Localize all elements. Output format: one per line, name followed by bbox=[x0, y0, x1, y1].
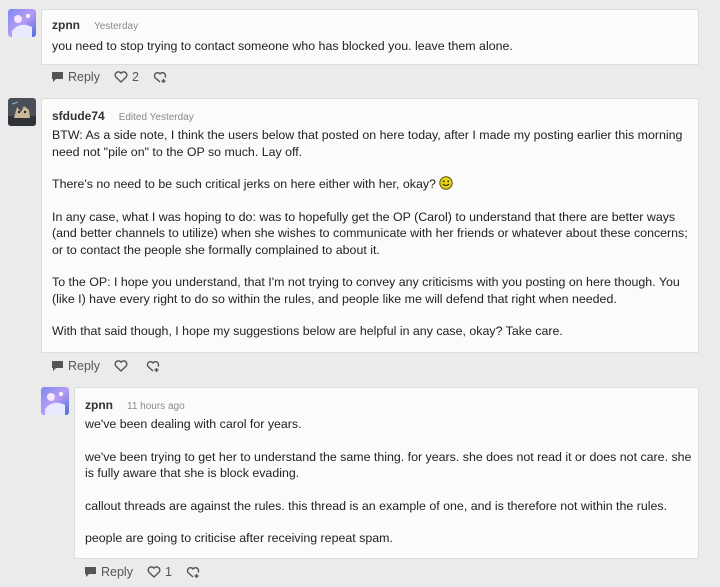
comment-paragraph: we've been dealing with carol for years. bbox=[85, 417, 302, 431]
reply-button[interactable]: Reply bbox=[51, 359, 100, 373]
comment-paragraph: In any case, what I was hoping to do: wa… bbox=[52, 209, 688, 257]
comment-body: BTW: As a side note, I think the users b… bbox=[52, 127, 694, 340]
speech-bubble-icon bbox=[52, 72, 63, 82]
kudo-button[interactable] bbox=[186, 566, 201, 579]
like-button[interactable]: 1 bbox=[147, 565, 172, 579]
like-button[interactable] bbox=[114, 360, 132, 372]
comment-body: we've been dealing with carol for years.… bbox=[85, 416, 693, 547]
comment-paragraph: callout threads are against the rules. t… bbox=[85, 498, 668, 513]
comment-actions: Reply bbox=[51, 359, 175, 373]
avatar[interactable] bbox=[41, 387, 69, 415]
comment-actions: Reply 2 bbox=[51, 70, 182, 84]
comment-text: you need to stop trying to contact someo… bbox=[52, 39, 513, 53]
author-name[interactable]: zpnn bbox=[85, 398, 113, 412]
reply-label: Reply bbox=[68, 70, 100, 84]
like-count: 2 bbox=[131, 70, 139, 84]
author-name[interactable]: zpnn bbox=[52, 18, 80, 32]
reply-label: Reply bbox=[101, 565, 133, 579]
reply-button[interactable]: Reply bbox=[51, 70, 100, 84]
comment-paragraph: people are going to criticise after rece… bbox=[85, 531, 393, 545]
smiley-emoji-icon bbox=[439, 176, 454, 190]
comment-body: you need to stop trying to contact someo… bbox=[52, 38, 692, 55]
avatar[interactable] bbox=[8, 98, 36, 126]
comment-paragraph: BTW: As a side note, I think the users b… bbox=[52, 128, 683, 159]
avatar[interactable] bbox=[8, 9, 36, 37]
comment-card: zpnn Yesterday you need to stop trying t… bbox=[41, 9, 699, 65]
speech-bubble-icon bbox=[85, 567, 96, 577]
comment-card: zpnn 11 hours ago we've been dealing wit… bbox=[74, 387, 699, 559]
heart-icon bbox=[114, 360, 128, 372]
kudo-button[interactable] bbox=[153, 71, 168, 84]
gift-heart-icon bbox=[186, 566, 200, 578]
speech-bubble-icon bbox=[52, 361, 63, 371]
timestamp[interactable]: Yesterday bbox=[94, 21, 138, 32]
timestamp[interactable]: Edited Yesterday bbox=[119, 112, 194, 123]
gift-heart-icon bbox=[153, 71, 167, 83]
comment-paragraph: we've been trying to get her to understa… bbox=[85, 449, 692, 481]
author-name[interactable]: sfdude74 bbox=[52, 109, 105, 123]
like-button[interactable]: 2 bbox=[114, 70, 139, 84]
comment-paragraph: With that said though, I hope my suggest… bbox=[52, 324, 563, 338]
heart-icon bbox=[147, 566, 161, 578]
like-count: 1 bbox=[164, 565, 172, 579]
reply-label: Reply bbox=[68, 359, 100, 373]
kudo-button[interactable] bbox=[146, 360, 161, 373]
heart-icon bbox=[114, 71, 128, 83]
reply-button[interactable]: Reply bbox=[84, 565, 133, 579]
comment-paragraph-with-emoji: There's no need to be such critical jerk… bbox=[52, 176, 694, 193]
comment-paragraph-text: There's no need to be such critical jerk… bbox=[52, 177, 436, 191]
comment-actions: Reply 1 bbox=[84, 565, 215, 579]
timestamp[interactable]: 11 hours ago bbox=[127, 401, 185, 412]
comment-card: sfdude74 Edited Yesterday BTW: As a side… bbox=[41, 98, 699, 353]
gift-heart-icon bbox=[146, 360, 160, 372]
comment-paragraph: To the OP: I hope you understand, that I… bbox=[52, 275, 680, 306]
